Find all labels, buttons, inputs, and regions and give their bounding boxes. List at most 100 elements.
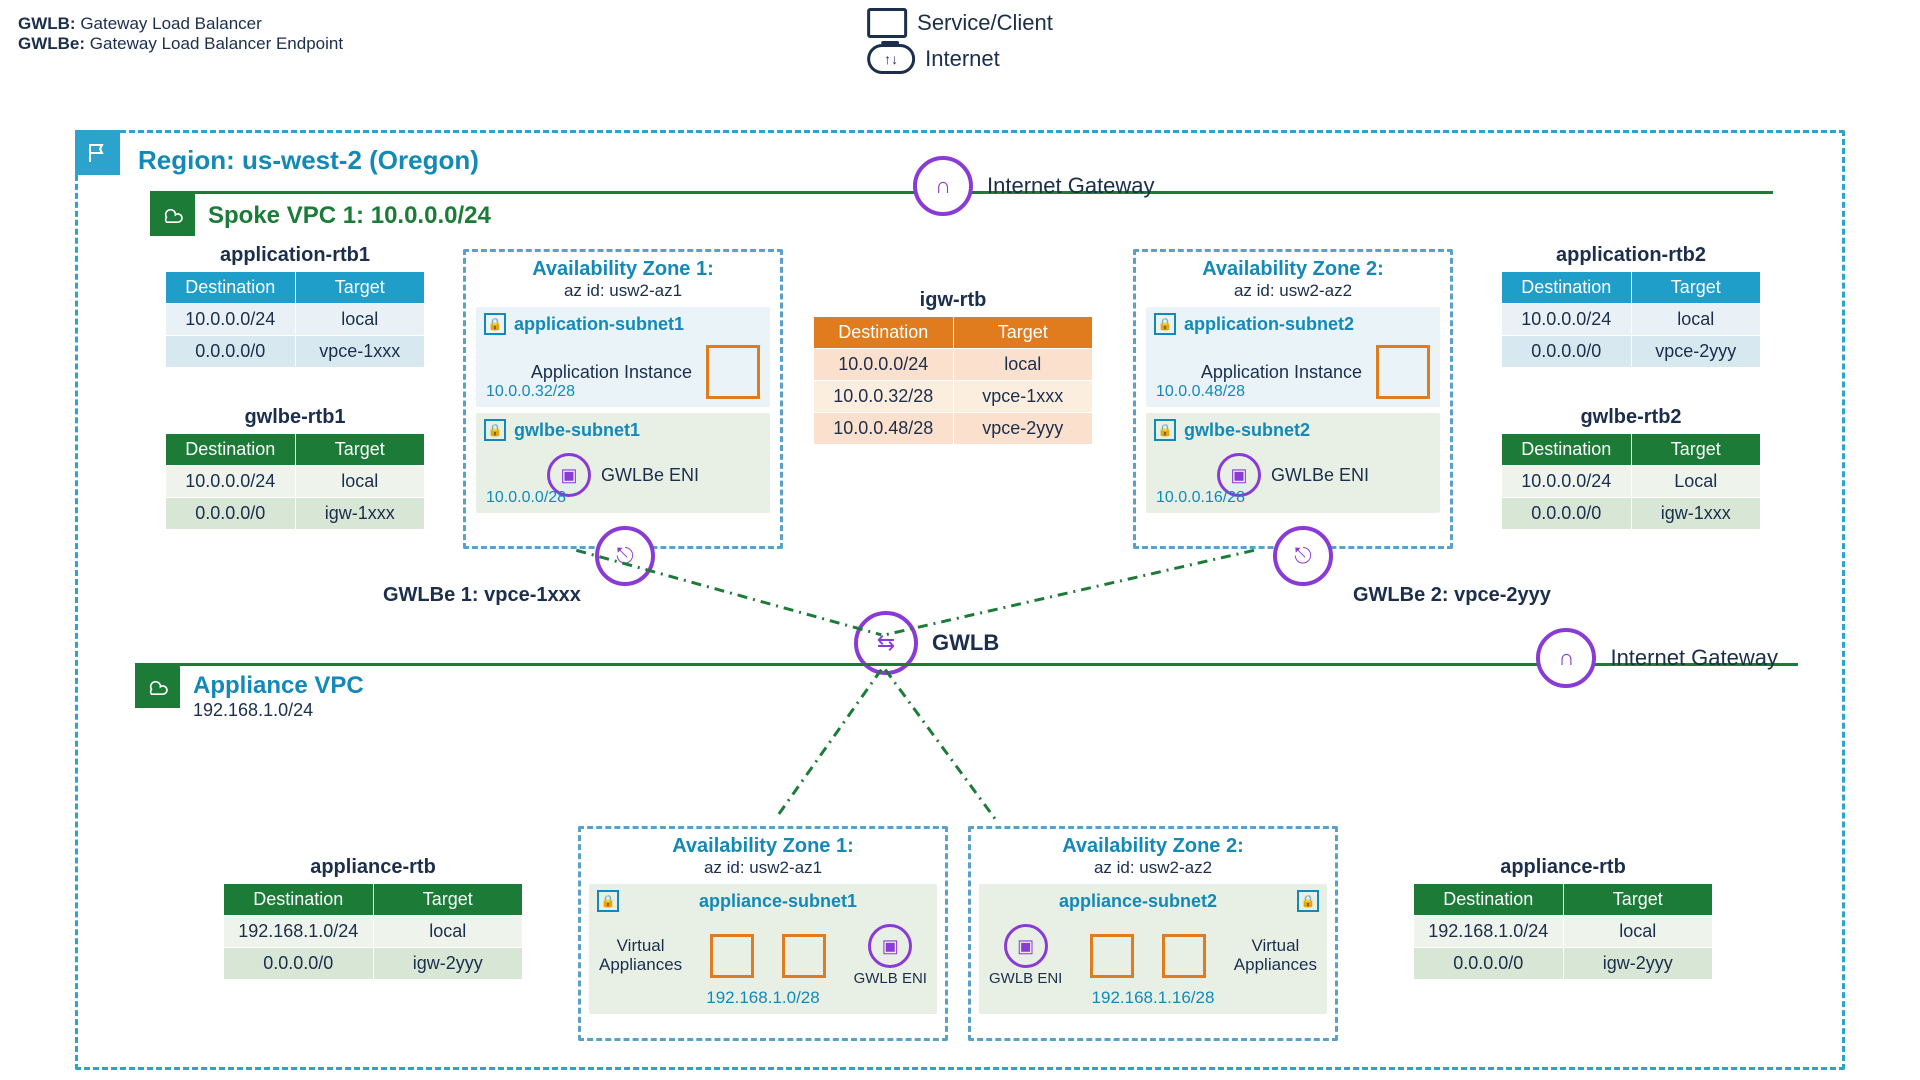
rtb-table: DestinationTarget 10.0.0.0/24local 0.0.0… [165, 271, 425, 368]
application-rtb2: application-rtb2 DestinationTarget 10.0.… [1501, 244, 1761, 368]
gwlbe-rtb1: gwlbe-rtb1 DestinationTarget 10.0.0.0/24… [165, 406, 425, 530]
gwlbe-1-caption: GWLBe 1: vpce-1xxx [383, 584, 581, 607]
padlock-icon: 🔒 [1154, 313, 1176, 335]
az-sub: az id: usw2-az1 [466, 281, 780, 301]
gwlbe-key: GWLBe: [18, 34, 85, 53]
igw-icon: ∩ [1536, 628, 1596, 688]
appliance-rtb-left: appliance-rtb DestinationTarget 192.168.… [223, 856, 523, 980]
subnet-cidr: 192.168.1.16/28 [979, 988, 1327, 1008]
rtb-title: igw-rtb [813, 289, 1093, 312]
igw-label: Internet Gateway [1610, 645, 1778, 671]
application-subnet2: 🔒 application-subnet2 Application Instanc… [1146, 307, 1440, 407]
eni-label: GWLBe ENI [1271, 465, 1369, 486]
region-container: Region: us-west-2 (Oregon) Spoke VPC 1: … [75, 130, 1845, 1070]
vpc-icon [150, 191, 195, 236]
subnet-name: gwlbe-subnet2 [1184, 420, 1310, 441]
igw-label: Internet Gateway [987, 173, 1155, 199]
rtb-title: application-rtb2 [1501, 244, 1761, 267]
az-title: Availability Zone 2: [1136, 252, 1450, 281]
subnet-name: appliance-subnet1 [627, 891, 929, 912]
padlock-icon: 🔒 [597, 890, 619, 912]
gwlb-val: Gateway Load Balancer [80, 14, 261, 33]
gwlbe-subnet1: 🔒gwlbe-subnet1 ▣GWLBe ENI 10.0.0.0/28 [476, 413, 770, 513]
subnet-cidr: 10.0.0.48/28 [1156, 383, 1245, 401]
az-sub: az id: usw2-az2 [971, 858, 1335, 878]
rtb-table: DestinationTarget 10.0.0.0/24local 0.0.0… [1501, 271, 1761, 368]
cloud-icon: ↑↓ [867, 44, 915, 74]
gwlbe-2-icon: ⎋ [1273, 526, 1333, 586]
rtb-table: DestinationTarget 10.0.0.0/24local 0.0.0… [165, 433, 425, 530]
subnet-name: application-subnet1 [514, 314, 684, 335]
igw-icon: ∩ [913, 156, 973, 216]
spoke-az1: Availability Zone 1: az id: usw2-az1 🔒 ap… [463, 249, 783, 549]
az-title: Availability Zone 2: [971, 829, 1335, 858]
application-rtb1: application-rtb1 DestinationTarget 10.0.… [165, 244, 425, 368]
eni-label: GWLB ENI [989, 970, 1062, 987]
rtb-title: gwlbe-rtb1 [165, 406, 425, 429]
subnet-name: gwlbe-subnet1 [514, 420, 640, 441]
gwlbe-2-caption: GWLBe 2: vpce-2yyy [1353, 584, 1551, 607]
rtb-table: DestinationTarget 192.168.1.0/24local 0.… [1413, 883, 1713, 980]
service-client-label: Service/Client [917, 10, 1053, 36]
az-sub: az id: usw2-az1 [581, 858, 945, 878]
appliance-icon [1090, 934, 1134, 978]
appliance-az1: Availability Zone 1: az id: usw2-az1 🔒 ap… [578, 826, 948, 1041]
eni-label: GWLB ENI [854, 970, 927, 987]
spoke-vpc-title: Spoke VPC 1: 10.0.0.0/24 [208, 202, 491, 230]
igw-spoke: ∩ Internet Gateway [913, 156, 1155, 216]
virtual-appliances-label: Virtual Appliances [599, 937, 682, 974]
gwlbe-rtb2: gwlbe-rtb2 DestinationTarget 10.0.0.0/24… [1501, 406, 1761, 530]
subnet-name: application-subnet2 [1184, 314, 1354, 335]
appliance-subnet1: 🔒appliance-subnet1 Virtual Appliances ▣ … [589, 884, 937, 1014]
subnet-cidr: 10.0.0.0/28 [486, 489, 566, 507]
appliance-vpc-title: Appliance VPC [193, 672, 364, 700]
subnet-name: appliance-subnet2 [987, 891, 1289, 912]
monitor-icon [867, 8, 907, 38]
padlock-icon: 🔒 [1154, 419, 1176, 441]
ec2-icon [706, 345, 760, 399]
eni-icon: ▣ [1004, 924, 1048, 968]
ec2-icon [1376, 345, 1430, 399]
rtb-title: appliance-rtb [223, 856, 523, 879]
gwlbe-subnet2: 🔒gwlbe-subnet2 ▣GWLBe ENI 10.0.0.16/28 [1146, 413, 1440, 513]
igw-rtb: igw-rtb DestinationTarget 10.0.0.0/24loc… [813, 289, 1093, 445]
eni-label: GWLBe ENI [601, 465, 699, 486]
subnet-cidr: 10.0.0.16/28 [1156, 489, 1245, 507]
internet-label: Internet [925, 46, 1000, 72]
subnet-cidr: 10.0.0.32/28 [486, 383, 575, 401]
vpc-icon [135, 663, 180, 708]
application-subnet1: 🔒application-subnet1 Application Instanc… [476, 307, 770, 407]
padlock-icon: 🔒 [484, 419, 506, 441]
gwlbe-1-icon: ⎋ [595, 526, 655, 586]
gwlb-label: GWLB [932, 630, 999, 656]
appliance-vpc-cidr: 192.168.1.0/24 [193, 700, 313, 721]
appliance-vpc: Appliance VPC 192.168.1.0/24 ∩ Internet … [138, 663, 1798, 1053]
appliance-subnet2: appliance-subnet2 🔒 ▣ GWLB ENI Virtual Ap… [979, 884, 1327, 1014]
rtb-table: DestinationTarget 10.0.0.0/24Local 0.0.0… [1501, 433, 1761, 530]
padlock-icon: 🔒 [1297, 890, 1319, 912]
az-sub: az id: usw2-az2 [1136, 281, 1450, 301]
rtb-table: DestinationTarget 192.168.1.0/24local 0.… [223, 883, 523, 980]
rtb-title: appliance-rtb [1413, 856, 1713, 879]
appliance-rtb-right: appliance-rtb DestinationTarget 192.168.… [1413, 856, 1713, 980]
rtb-title: application-rtb1 [165, 244, 425, 267]
instance-label: Application Instance [1201, 362, 1362, 383]
az-title: Availability Zone 1: [466, 252, 780, 281]
virtual-appliances-label: Virtual Appliances [1234, 937, 1317, 974]
appliance-icon [710, 934, 754, 978]
appliance-icon [1162, 934, 1206, 978]
igw-appliance: ∩ Internet Gateway [1536, 628, 1778, 688]
gwlb-key: GWLB: [18, 14, 76, 33]
az-title: Availability Zone 1: [581, 829, 945, 858]
rtb-title: gwlbe-rtb2 [1501, 406, 1761, 429]
appliance-icon [782, 934, 826, 978]
glossary: GWLB: Gateway Load Balancer GWLBe: Gatew… [18, 14, 343, 54]
top-center: Service/Client ↑↓ Internet [867, 8, 1053, 80]
appliance-az2: Availability Zone 2: az id: usw2-az2 app… [968, 826, 1338, 1041]
eni-icon: ▣ [868, 924, 912, 968]
flag-icon [75, 130, 120, 175]
gwlbe-val: Gateway Load Balancer Endpoint [90, 34, 343, 53]
padlock-icon: 🔒 [484, 313, 506, 335]
spoke-vpc: Spoke VPC 1: 10.0.0.0/24 ∩ Internet Gate… [153, 191, 1773, 559]
region-title: Region: us-west-2 (Oregon) [138, 145, 479, 176]
